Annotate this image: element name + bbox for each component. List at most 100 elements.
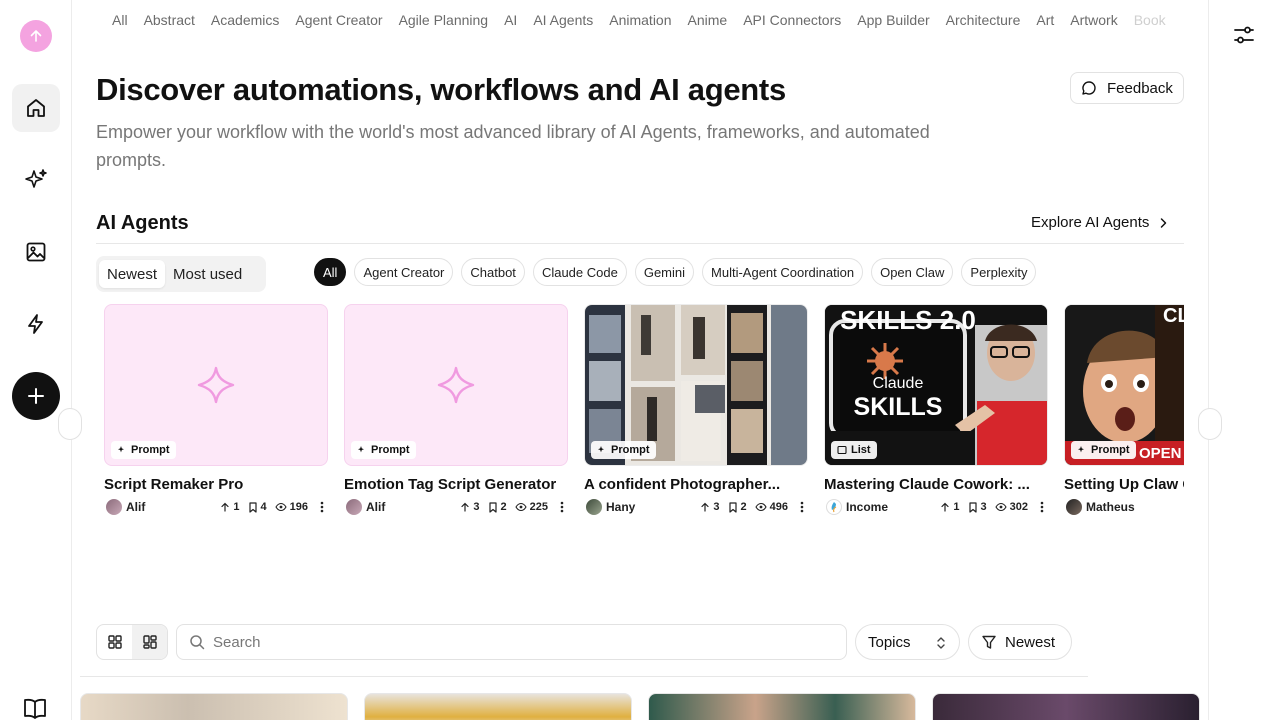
sort-tab-most-used[interactable]: Most used — [165, 260, 250, 288]
card-title[interactable]: Mastering Claude Cowork: ... — [824, 476, 1048, 493]
category-architecture[interactable]: Architecture — [946, 10, 1021, 30]
category-agent-creator[interactable]: Agent Creator — [295, 10, 382, 30]
search-box — [176, 624, 847, 660]
category-all[interactable]: All — [112, 10, 128, 30]
sort-label: Newest — [1005, 633, 1056, 651]
category-agile-planning[interactable]: Agile Planning — [399, 10, 489, 30]
category-academics[interactable]: Academics — [211, 10, 279, 30]
save-stat[interactable]: 4 — [248, 501, 267, 513]
save-stat[interactable]: 3 — [968, 501, 987, 513]
topics-select[interactable]: Topics — [855, 624, 960, 660]
author-name[interactable]: Alif — [366, 500, 452, 514]
agent-card[interactable]: Prompt A confident Photographer... Hany … — [584, 304, 808, 515]
card-thumbnail[interactable]: SKILLS 2.0 Claude SKILLS List — [824, 304, 1048, 466]
more-options-icon[interactable] — [316, 501, 328, 513]
explore-label: Explore AI Agents — [1031, 214, 1150, 231]
search-input[interactable] — [213, 633, 813, 651]
author-name[interactable]: Matheus — [1086, 500, 1184, 514]
chip-open-claw[interactable]: Open Claw — [871, 258, 954, 286]
category-app-builder[interactable]: App Builder — [857, 10, 929, 30]
chip-perplexity[interactable]: Perplexity — [961, 258, 1037, 286]
avatar[interactable] — [586, 499, 602, 515]
card-thumbnail[interactable]: Prompt — [584, 304, 808, 466]
carousel-next-button[interactable] — [1198, 408, 1222, 440]
card-title[interactable]: Emotion Tag Script Generator — [344, 476, 568, 493]
avatar[interactable] — [826, 499, 842, 515]
explore-ai-agents-link[interactable]: Explore AI Agents — [1031, 214, 1169, 231]
docs-book-icon[interactable] — [22, 696, 48, 720]
avatar[interactable] — [346, 499, 362, 515]
chip-chatbot[interactable]: Chatbot — [461, 258, 525, 286]
chip-gemini[interactable]: Gemini — [634, 258, 695, 286]
feedback-button[interactable]: Feedback — [1070, 72, 1184, 104]
category-ai-agents[interactable]: AI Agents — [533, 10, 593, 30]
category-art[interactable]: Art — [1036, 10, 1054, 30]
section-divider — [96, 243, 1184, 244]
gallery-tile[interactable] — [364, 693, 632, 720]
agent-card[interactable]: Prompt Emotion Tag Script Generator Alif… — [344, 304, 568, 515]
avatar[interactable] — [1066, 499, 1082, 515]
masonry-view-button[interactable] — [132, 625, 167, 659]
bookmark-icon — [968, 501, 977, 513]
card-thumbnail[interactable]: Prompt — [104, 304, 328, 466]
more-options-icon[interactable] — [556, 501, 568, 513]
category-artwork[interactable]: Artwork — [1070, 10, 1117, 30]
gallery-tile[interactable] — [932, 693, 1200, 720]
author-name[interactable]: Hany — [606, 500, 692, 514]
avatar[interactable] — [106, 499, 122, 515]
card-title[interactable]: A confident Photographer... — [584, 476, 808, 493]
upvote-stat[interactable]: 1 — [940, 501, 960, 513]
chip-multi-agent-coordination[interactable]: Multi-Agent Coordination — [702, 258, 864, 286]
grid-icon — [107, 635, 122, 649]
card-title[interactable]: Setting Up Claw Code — [1064, 476, 1184, 493]
category-abstract[interactable]: Abstract — [144, 10, 195, 30]
carousel-prev-button[interactable] — [58, 408, 82, 440]
nav-images[interactable] — [12, 228, 60, 276]
sparkle-placeholder-icon — [437, 366, 475, 404]
agent-card[interactable]: CLA OPEN SO Prompt Setting Up Claw Code … — [1064, 304, 1184, 515]
chip-all[interactable]: All — [314, 258, 347, 286]
chip-agent-creator[interactable]: Agent Creator — [354, 258, 454, 286]
category-ai[interactable]: AI — [504, 10, 517, 30]
filter-sliders-icon[interactable] — [1233, 24, 1255, 51]
nav-home[interactable] — [12, 84, 60, 132]
grid-view-button[interactable] — [97, 625, 132, 659]
card-thumbnail[interactable]: CLA OPEN SO Prompt — [1064, 304, 1184, 466]
sort-button[interactable]: Newest — [968, 624, 1072, 660]
save-stat[interactable]: 2 — [488, 501, 507, 513]
badge-label: Prompt — [371, 444, 410, 456]
sort-tab-newest[interactable]: Newest — [99, 260, 166, 288]
create-button[interactable] — [12, 372, 60, 420]
save-stat[interactable]: 2 — [728, 501, 747, 513]
card-title[interactable]: Script Remaker Pro — [104, 476, 328, 493]
category-animation[interactable]: Animation — [609, 10, 671, 30]
upvote-stat[interactable]: 3 — [700, 501, 720, 513]
card-thumbnail[interactable]: Prompt — [344, 304, 568, 466]
save-count: 3 — [980, 501, 987, 513]
gallery-tile[interactable] — [648, 693, 916, 720]
more-options-icon[interactable] — [796, 501, 808, 513]
agent-card[interactable]: SKILLS 2.0 Claude SKILLS List Mastering … — [824, 304, 1048, 515]
sparkle-icon — [25, 169, 47, 188]
category-book[interactable]: Book — [1134, 10, 1166, 30]
save-count: 4 — [260, 501, 267, 513]
nav-automations[interactable] — [12, 300, 60, 348]
card-meta: Matheus 1 — [1064, 499, 1184, 515]
nav-sparkle[interactable] — [12, 156, 60, 204]
logo-upload-icon[interactable] — [20, 20, 52, 52]
type-badge: Prompt — [351, 441, 416, 459]
chip-claude-code[interactable]: Claude Code — [532, 258, 627, 286]
gallery-tile[interactable] — [80, 693, 348, 720]
category-anime[interactable]: Anime — [688, 10, 728, 30]
upvote-stat[interactable]: 1 — [220, 501, 240, 513]
view-stat: 302 — [994, 501, 1028, 513]
author-name[interactable]: Income — [846, 500, 932, 514]
agent-card[interactable]: Prompt Script Remaker Pro Alif 1 4 196 — [104, 304, 328, 515]
arrow-up-icon — [221, 502, 229, 512]
category-api-connectors[interactable]: API Connectors — [743, 10, 841, 30]
more-options-icon[interactable] — [1036, 501, 1048, 513]
author-name[interactable]: Alif — [126, 500, 212, 514]
left-nav-rail — [0, 0, 72, 720]
upvote-stat[interactable]: 3 — [460, 501, 480, 513]
view-count: 196 — [289, 501, 308, 513]
